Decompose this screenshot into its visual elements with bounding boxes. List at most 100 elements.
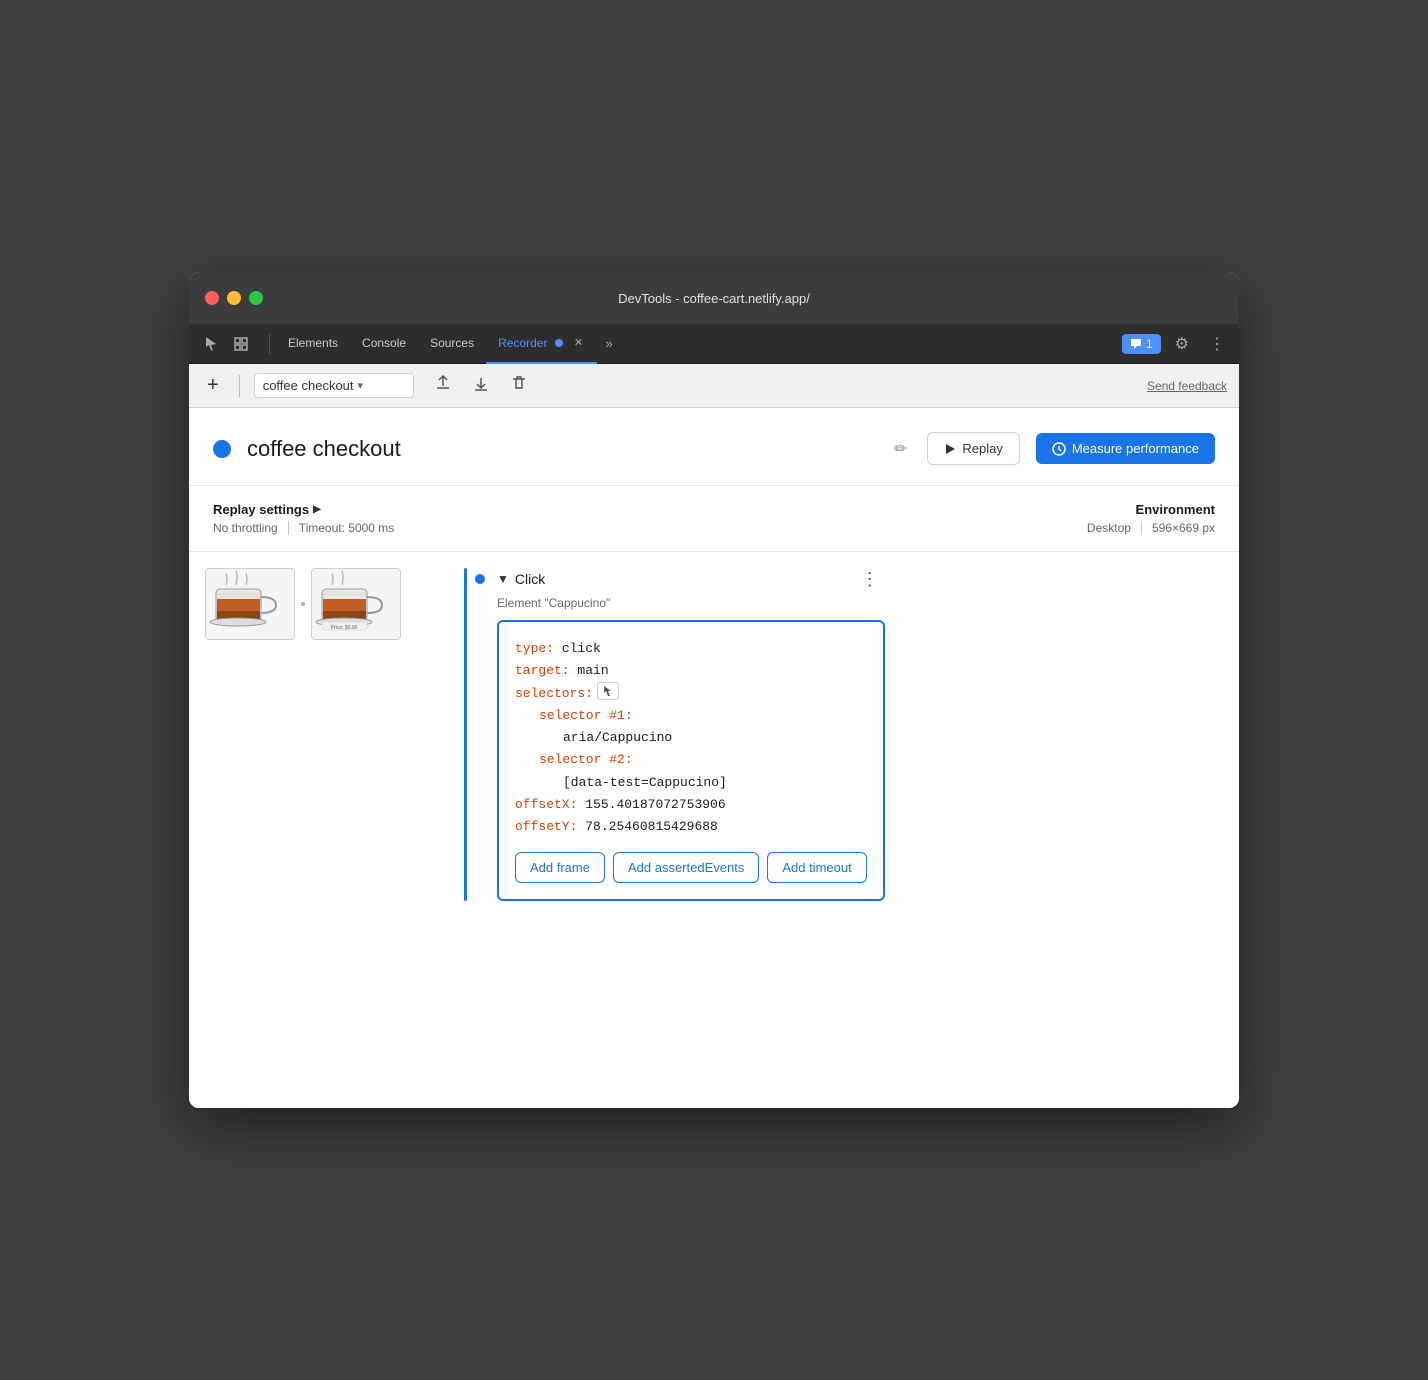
step-subtitle: Element "Cappucino" [497, 596, 885, 610]
tab-recorder[interactable]: Recorder ✕ [486, 324, 597, 364]
download-icon [472, 374, 490, 392]
close-traffic-light[interactable] [205, 291, 219, 305]
recording-title: coffee checkout [247, 436, 874, 462]
import-icon[interactable] [464, 370, 498, 401]
step-dot [475, 574, 485, 584]
step-title-row: ▼ Click [497, 571, 545, 587]
replay-btn[interactable]: Replay [927, 432, 1019, 465]
resolution-value: 596×669 px [1152, 521, 1215, 535]
code-line-selectors: selectors: [515, 682, 867, 705]
type-value: click [562, 638, 601, 660]
chevron-down-icon: ▾ [358, 379, 364, 392]
replay-settings-label[interactable]: Replay settings ▶ [213, 502, 1087, 517]
inspect-icon[interactable] [227, 332, 255, 356]
offsety-key: offsetY: [515, 816, 577, 838]
thumbnail-2: Price: $0.00 [311, 568, 401, 640]
step-outer: ▼ Click ⋮ Element "Cappucino" type: [464, 568, 1223, 901]
play-icon [944, 443, 956, 455]
code-line-selector1: selector #1: [515, 705, 867, 727]
cursor-selector-icon [602, 685, 614, 697]
toolbar: + coffee checkout ▾ Sen [189, 364, 1239, 408]
cursor-icon[interactable] [197, 332, 225, 356]
code-line-type: type: click [515, 638, 867, 660]
selector2-value: [data-test=Cappucino] [563, 772, 727, 794]
selector-type-icon[interactable] [597, 682, 619, 700]
tab-sources[interactable]: Sources [418, 324, 486, 364]
delete-icon[interactable] [502, 370, 536, 401]
upload-icon [434, 374, 452, 392]
env-values: Desktop 596×669 px [1087, 521, 1215, 535]
tab-elements[interactable]: Elements [276, 324, 350, 364]
timeout-value: Timeout: 5000 ms [299, 521, 395, 535]
coffee-cup-svg-2: Price: $0.00 [312, 569, 392, 634]
code-line-selector2-val: [data-test=Cappucino] [515, 772, 867, 794]
thumbnail-1 [205, 568, 295, 640]
step-detail-area: ▼ Click ⋮ Element "Cappucino" type: [464, 552, 1239, 917]
more-tabs-btn[interactable]: » [597, 332, 620, 355]
thumbnails-panel: Price: $0.00 [189, 552, 464, 917]
settings-left: Replay settings ▶ No throttling Timeout:… [213, 502, 1087, 535]
tab-separator [269, 334, 270, 354]
selector1-key: selector #1: [539, 705, 633, 727]
settings-values: No throttling Timeout: 5000 ms [213, 521, 1087, 535]
offsetx-value: 155.40187072753906 [585, 794, 725, 816]
step-header: ▼ Click ⋮ [497, 568, 885, 590]
title-bar: DevTools - coffee-cart.netlify.app/ [189, 272, 1239, 324]
minimize-traffic-light[interactable] [227, 291, 241, 305]
settings-icon[interactable]: ⚙ [1169, 330, 1195, 358]
selector1-value: aria/Cappucino [563, 727, 672, 749]
step-content: ▼ Click ⋮ Element "Cappucino" type: [497, 568, 885, 901]
edit-title-icon[interactable]: ✏ [890, 435, 911, 463]
action-buttons: Add frame Add assertedEvents Add timeout [515, 852, 867, 883]
tab-bar-right: 1 ⚙ ⋮ [1122, 330, 1231, 358]
measure-performance-btn[interactable]: Measure performance [1036, 433, 1215, 464]
step-connector [301, 602, 305, 606]
window-title: DevTools - coffee-cart.netlify.app/ [618, 291, 810, 306]
send-feedback-btn[interactable]: Send feedback [1147, 379, 1227, 393]
more-options-icon[interactable]: ⋮ [1203, 330, 1231, 358]
add-recording-btn[interactable]: + [201, 372, 225, 399]
offsety-value: 78.25460815429688 [585, 816, 718, 838]
devtools-window: DevTools - coffee-cart.netlify.app/ Elem… [189, 272, 1239, 1108]
tab-close-btn[interactable]: ✕ [571, 336, 585, 350]
code-line-offsetx: offsetX: 155.40187072753906 [515, 794, 867, 816]
step-blue-line [464, 568, 467, 901]
tab-bar: Elements Console Sources Recorder ✕ » 1 … [189, 324, 1239, 364]
notification-btn[interactable]: 1 [1122, 334, 1161, 354]
trash-icon [510, 374, 528, 392]
settings-row: Replay settings ▶ No throttling Timeout:… [189, 486, 1239, 552]
add-asserted-btn[interactable]: Add assertedEvents [613, 852, 759, 883]
coffee-cup-svg-1 [206, 569, 286, 634]
offsetx-key: offsetX: [515, 794, 577, 816]
add-frame-btn[interactable]: Add frame [515, 852, 605, 883]
steps-area: Price: $0.00 ▼ Click [189, 552, 1239, 917]
toolbar-actions [426, 370, 536, 401]
step-more-btn[interactable]: ⋮ [855, 568, 885, 590]
code-line-offsety: offsetY: 78.25460815429688 [515, 816, 867, 838]
selector2-key: selector #2: [539, 749, 633, 771]
tab-bar-icons [197, 332, 255, 356]
recording-selector[interactable]: coffee checkout ▾ [254, 373, 414, 398]
env-value-divider [1141, 521, 1142, 535]
type-key: type: [515, 638, 554, 660]
recording-header: coffee checkout ✏ Replay Measure perform… [189, 408, 1239, 486]
target-key: target: [515, 660, 570, 682]
toolbar-right: Send feedback [1147, 377, 1227, 395]
traffic-lights [205, 291, 263, 305]
tab-console[interactable]: Console [350, 324, 418, 364]
fullscreen-traffic-light[interactable] [249, 291, 263, 305]
step-expand-icon[interactable]: ▼ [497, 572, 509, 586]
code-line-selector1-val: aria/Cappucino [515, 727, 867, 749]
chat-icon [1130, 338, 1142, 350]
code-line-selector2: selector #2: [515, 749, 867, 771]
settings-right: Environment Desktop 596×669 px [1087, 502, 1215, 535]
thumbnail-strip: Price: $0.00 [205, 568, 448, 640]
code-box: type: click target: main [497, 620, 885, 901]
recording-indicator [213, 440, 231, 458]
export-icon[interactable] [426, 370, 460, 401]
add-timeout-btn[interactable]: Add timeout [767, 852, 866, 883]
toolbar-separator [239, 375, 240, 397]
performance-icon [1052, 442, 1066, 456]
step-item: ▼ Click ⋮ Element "Cappucino" type: [475, 568, 885, 901]
expand-icon: ▶ [313, 504, 321, 515]
